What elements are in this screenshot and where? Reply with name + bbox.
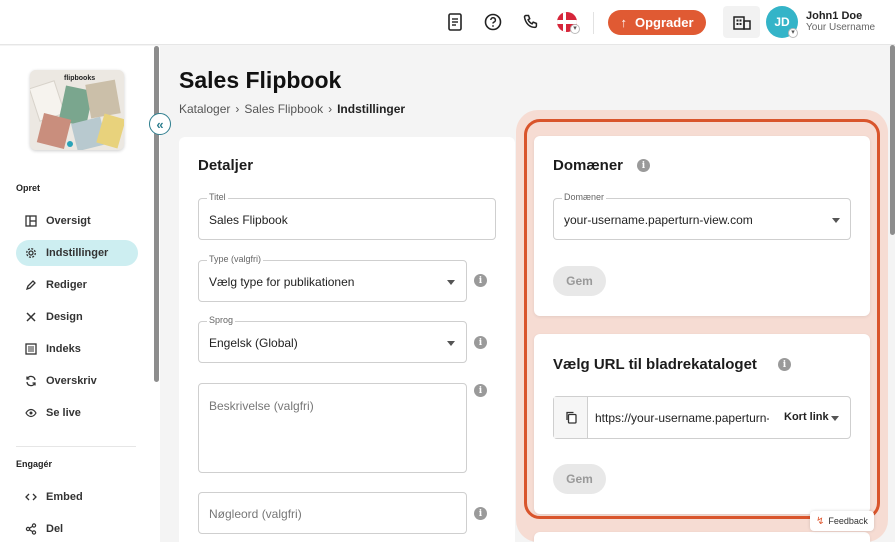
page-title: Sales Flipbook (179, 67, 342, 93)
sidebar-item-view-live[interactable]: Se live (16, 400, 138, 426)
sidebar-item-label: Indstillinger (46, 247, 109, 259)
title-field-label: Titel (207, 192, 228, 202)
overview-icon (25, 215, 37, 227)
description-textarea[interactable]: Beskrivelse (valgfri) (198, 383, 467, 473)
arrow-up-icon: ↑ (620, 15, 627, 30)
sidebar-scrollbar[interactable] (154, 46, 159, 382)
title-field[interactable]: Titel Sales Flipbook (198, 192, 496, 240)
language-select[interactable]: Sprog Engelsk (Global) (198, 315, 467, 363)
upgrade-button[interactable]: ↑ Opgrader (608, 10, 706, 35)
account-chevron-down-icon[interactable]: ▾ (788, 28, 798, 38)
sidebar-item-label: Indeks (46, 343, 81, 355)
collapse-sidebar-button[interactable]: « (149, 113, 171, 135)
sidebar-item-overwrite[interactable]: Overskriv (16, 368, 138, 394)
sidebar: flipbooks Opret Oversigt Indstillinger R… (0, 46, 160, 542)
user-name[interactable]: John1 Doe (806, 10, 862, 22)
breadcrumb-flipbook[interactable]: Sales Flipbook (244, 102, 323, 116)
keywords-info-icon[interactable]: i (474, 507, 487, 520)
eye-icon (25, 407, 37, 419)
sidebar-item-label: Design (46, 311, 83, 323)
refresh-icon (25, 375, 37, 387)
title-field-value: Sales Flipbook (209, 213, 288, 227)
chevron-right-icon: › (328, 102, 333, 116)
double-chevron-left-icon: « (156, 116, 164, 132)
divider (593, 12, 594, 34)
sidebar-item-label: Se live (46, 407, 81, 419)
section-title-create: Opret (16, 183, 41, 193)
phone-icon[interactable] (520, 11, 542, 33)
breadcrumb-catalogs[interactable]: Kataloger (179, 102, 230, 116)
type-select-value: Vælg type for publikationen (209, 275, 355, 289)
language-chevron-down-icon[interactable]: ▾ (570, 24, 580, 34)
code-icon (25, 491, 37, 503)
gear-icon (25, 247, 37, 259)
chevron-right-icon: › (235, 102, 240, 116)
caret-down-icon (447, 341, 455, 346)
sidebar-item-label: Rediger (46, 279, 87, 291)
breadcrumb-current: Indstillinger (337, 102, 406, 116)
language-info-icon[interactable]: i (474, 336, 487, 349)
sidebar-item-label: Oversigt (46, 215, 91, 227)
type-select[interactable]: Type (valgfri) Vælg type for publikation… (198, 254, 467, 302)
breadcrumb: Kataloger › Sales Flipbook › Indstilling… (179, 102, 405, 116)
sidebar-item-edit[interactable]: Rediger (16, 272, 138, 298)
divider (16, 446, 136, 447)
sidebar-item-design[interactable]: Design (16, 304, 138, 330)
document-icon[interactable] (444, 11, 466, 33)
index-list-icon (25, 343, 37, 355)
language-select-value: Engelsk (Global) (209, 336, 298, 350)
next-card (534, 532, 870, 542)
description-info-icon[interactable]: i (474, 384, 487, 397)
main-scrollbar[interactable] (890, 45, 895, 235)
user-username[interactable]: Your Username (806, 22, 875, 33)
organization-button[interactable] (723, 6, 760, 38)
type-info-icon[interactable]: i (474, 274, 487, 287)
language-select-label: Sprog (207, 315, 236, 325)
sidebar-item-label: Del (46, 523, 64, 535)
pencil-icon (25, 279, 37, 291)
type-select-label: Type (valgfri) (207, 254, 264, 264)
top-bar: ▾ ↑ Opgrader JD ▾ John1 Doe Your Usernam… (0, 0, 895, 45)
sidebar-item-settings[interactable]: Indstillinger (16, 240, 138, 266)
sidebar-item-label: Embed (46, 491, 83, 503)
keywords-field[interactable]: Nøgleord (valgfri) (198, 492, 467, 534)
sidebar-item-share[interactable]: Del (16, 516, 138, 542)
feedback-icon: ↯ (816, 515, 825, 527)
share-icon (25, 523, 37, 535)
section-title-engage: Engagér (16, 459, 53, 469)
building-icon (732, 16, 751, 30)
sidebar-item-embed[interactable]: Embed (16, 484, 138, 510)
design-tools-icon (25, 311, 37, 323)
sidebar-item-label: Overskriv (46, 375, 97, 387)
caret-down-icon (447, 280, 455, 285)
keywords-placeholder: Nøgleord (valgfri) (209, 507, 302, 521)
sidebar-item-index[interactable]: Indeks (16, 336, 138, 362)
help-icon[interactable] (482, 11, 504, 33)
flipbook-thumbnail[interactable]: flipbooks (30, 70, 124, 150)
thumbnail-logo-text: flipbooks (64, 75, 95, 82)
details-heading: Detaljer (198, 157, 254, 174)
sidebar-item-overview[interactable]: Oversigt (16, 208, 138, 234)
feedback-button[interactable]: ↯ Feedback (810, 511, 874, 531)
description-placeholder: Beskrivelse (valgfri) (209, 399, 314, 413)
feedback-label: Feedback (828, 516, 868, 526)
highlight-outline (524, 119, 880, 519)
